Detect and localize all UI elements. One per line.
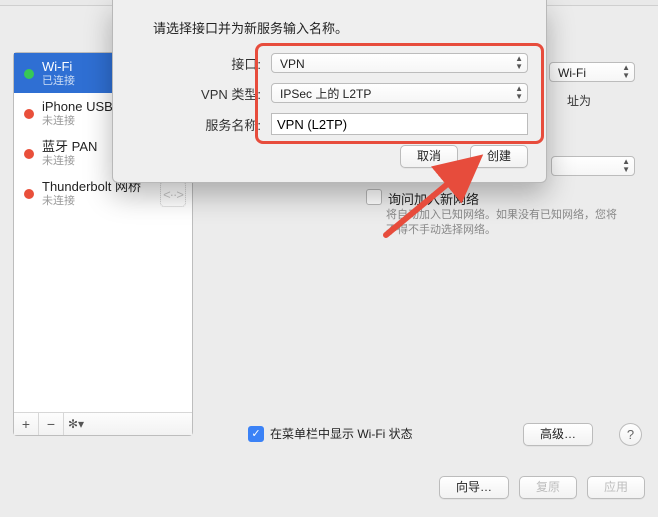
create-button[interactable]: 创建 [470, 145, 528, 168]
service-name-input[interactable] [271, 113, 528, 135]
sidebar-item-status: 未连接 [42, 194, 152, 208]
vpn-type-label: VPN 类型: [131, 84, 271, 103]
remove-service-button[interactable]: − [39, 413, 64, 435]
help-button[interactable]: ? [619, 423, 642, 446]
status-dot-icon [24, 69, 34, 79]
sidebar-item-status: 已连接 [42, 74, 75, 88]
sidebar-item-label: Wi-Fi [42, 60, 75, 74]
sidebar-item-label: 蓝牙 PAN [42, 140, 97, 154]
service-actions-menu[interactable]: ✻▾ [64, 413, 88, 435]
sidebar-item-label: iPhone USB [42, 100, 113, 114]
chevron-updown-icon: ▲▼ [515, 55, 523, 71]
sidebar-item-status: 未连接 [42, 114, 113, 128]
ask-join-checkbox[interactable] [366, 189, 382, 205]
status-dot-icon [24, 189, 34, 199]
assist-button[interactable]: 向导… [439, 476, 509, 499]
vpn-type-popup[interactable]: IPSec 上的 L2TP ▲▼ [271, 83, 528, 103]
interface-popup[interactable]: VPN ▲▼ [271, 53, 528, 73]
sync-icon: <··> [160, 181, 186, 207]
chevron-updown-icon: ▲▼ [515, 85, 523, 101]
chevron-updown-icon: ▲▼ [622, 64, 630, 80]
service-name-label: 服务名称: [131, 115, 271, 134]
sidebar-item-status: 未连接 [42, 154, 97, 168]
ask-join-label: 询问加入新网络 [388, 189, 479, 208]
network-name-popup[interactable]: Wi-Fi ▲▼ [549, 62, 635, 82]
interface-label: 接口: [131, 54, 271, 73]
ask-join-description: 将自动加入已知网络。如果没有已知网络，您将不得不手动选择网络。 [386, 208, 626, 238]
chevron-updown-icon: ▲▼ [622, 158, 630, 174]
ip-suffix-text: 址为 [567, 92, 591, 109]
advanced-button[interactable]: 高级… [523, 423, 593, 446]
unknown-popup[interactable]: ▲▼ [551, 156, 635, 176]
sheet-title: 请选择接口并为新服务输入名称。 [153, 18, 528, 37]
cancel-button[interactable]: 取消 [400, 145, 458, 168]
new-service-sheet: 请选择接口并为新服务输入名称。 接口: VPN ▲▼ VPN 类型: IPSec… [112, 0, 547, 183]
add-service-button[interactable]: + [14, 413, 39, 435]
status-dot-icon [24, 109, 34, 119]
apply-button[interactable]: 应用 [587, 476, 645, 499]
show-in-menubar-checkbox[interactable]: ✓ [248, 426, 264, 442]
show-in-menubar-label: 在菜单栏中显示 Wi-Fi 状态 [270, 425, 413, 442]
revert-button[interactable]: 复原 [519, 476, 577, 499]
status-dot-icon [24, 149, 34, 159]
